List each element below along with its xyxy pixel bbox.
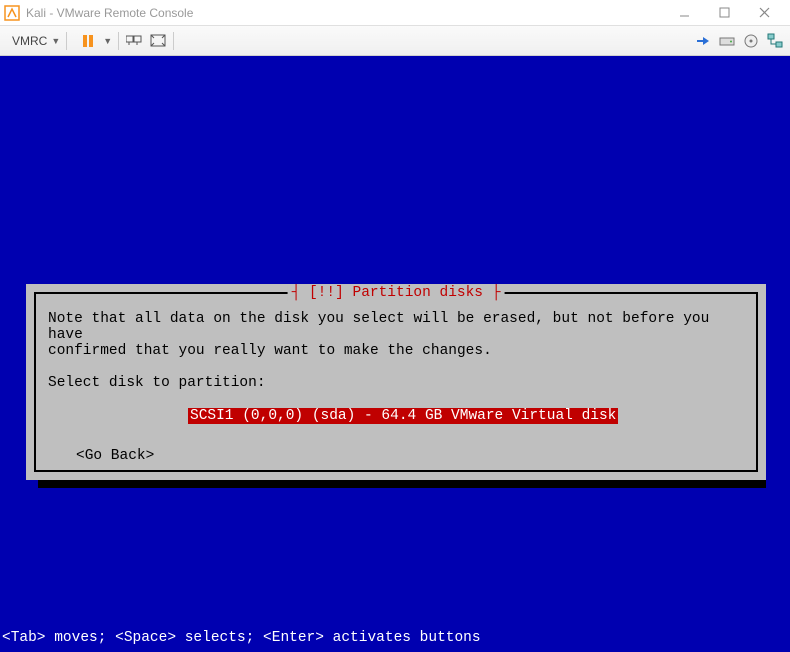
dialog-frame: ┤ [!!] Partition disks ├ Note that all d… — [34, 292, 758, 472]
dialog-note-line1: Note that all data on the disk you selec… — [48, 312, 744, 344]
fullscreen-icon[interactable] — [149, 32, 167, 50]
toolbar-right-group — [694, 32, 784, 50]
maximize-button[interactable] — [710, 3, 738, 23]
pause-icon[interactable] — [79, 32, 97, 50]
cdrom-icon[interactable] — [742, 32, 760, 50]
help-bar: <Tab> moves; <Space> selects; <Enter> ac… — [0, 630, 481, 646]
dropdown-arrow-icon: ▼ — [51, 36, 60, 46]
guest-console[interactable]: ┤ [!!] Partition disks ├ Note that all d… — [0, 56, 790, 652]
pause-dropdown-arrow-icon[interactable]: ▼ — [103, 36, 112, 46]
view-group — [119, 32, 174, 50]
window-title: Kali - VMware Remote Console — [26, 6, 670, 20]
connect-icon[interactable] — [694, 32, 712, 50]
minimize-button[interactable] — [670, 3, 698, 23]
multi-monitor-icon[interactable] — [125, 32, 143, 50]
dialog-title-text: [!!] Partition disks — [309, 285, 483, 301]
dialog-note-line2: confirmed that you really want to make t… — [48, 344, 744, 360]
app-icon — [4, 5, 20, 21]
dialog-title: ┤ [!!] Partition disks ├ — [288, 285, 505, 301]
toolbar: VMRC ▼ ▼ — [0, 26, 790, 56]
vmrc-label: VMRC — [12, 34, 47, 48]
window-controls — [670, 3, 786, 23]
vmrc-dropdown[interactable]: VMRC ▼ — [6, 32, 67, 50]
dialog-prompt: Select disk to partition: — [48, 376, 744, 392]
network-icon[interactable] — [766, 32, 784, 50]
go-back-button[interactable]: <Go Back> — [76, 448, 744, 464]
playback-group: ▼ — [73, 32, 119, 50]
drive-icon[interactable] — [718, 32, 736, 50]
disk-option-selected[interactable]: SCSI1 (0,0,0) (sda) - 64.4 GB VMware Vir… — [188, 408, 618, 424]
close-button[interactable] — [750, 3, 778, 23]
window-titlebar: Kali - VMware Remote Console — [0, 0, 790, 26]
partition-dialog: ┤ [!!] Partition disks ├ Note that all d… — [26, 284, 766, 480]
